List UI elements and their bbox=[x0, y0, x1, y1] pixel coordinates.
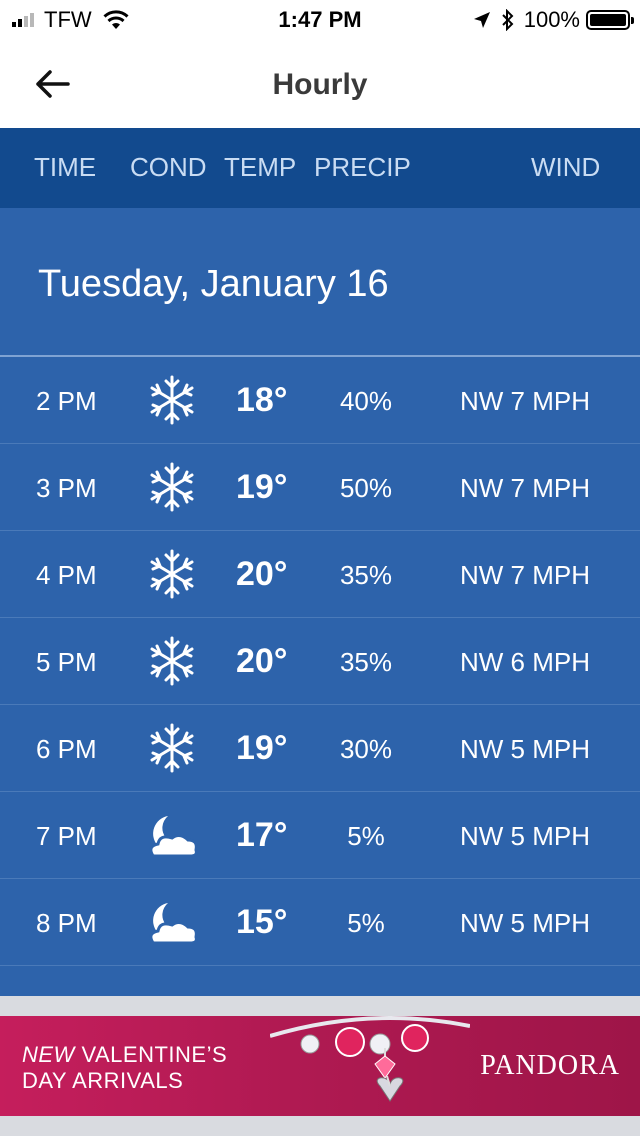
night-partly-cloudy-icon bbox=[144, 897, 200, 947]
hour-row: 3 PM 19° 50% NW 7 MPH bbox=[0, 444, 640, 531]
hour-rows: 2 PM 18° 40% NW 7 MPH 3 PM 19° 50% NW 7 … bbox=[0, 357, 640, 966]
battery-icon bbox=[586, 10, 634, 30]
hour-wind: NW 5 MPH bbox=[460, 734, 590, 764]
hour-time: 7 PM bbox=[36, 821, 97, 851]
hour-row: 6 PM 19° 30% NW 5 MPH bbox=[0, 705, 640, 792]
hour-precipitation: 35% bbox=[339, 560, 393, 590]
hour-row: 8 PM 15° 5% NW 5 MPH bbox=[0, 879, 640, 966]
hour-precipitation: 5% bbox=[347, 821, 385, 851]
hour-temperature: 18° bbox=[236, 381, 288, 419]
column-time-label: TIME bbox=[34, 152, 97, 182]
battery-level-fill bbox=[590, 14, 626, 26]
night-partly-cloudy-icon bbox=[144, 810, 200, 860]
hour-temperature: 20° bbox=[236, 642, 288, 680]
ad-gap bbox=[0, 1116, 640, 1136]
location-arrow-icon bbox=[473, 12, 490, 28]
hour-time: 8 PM bbox=[36, 908, 97, 938]
battery-percent: 100% bbox=[523, 7, 580, 32]
bluetooth-icon bbox=[502, 9, 514, 31]
column-cond-label: COND bbox=[130, 152, 207, 182]
snow-icon bbox=[144, 723, 200, 773]
hour-row: 5 PM 20° 35% NW 6 MPH bbox=[0, 618, 640, 705]
snow-icon bbox=[144, 462, 200, 512]
ad-brand: PANDORA bbox=[480, 1050, 620, 1081]
hour-precipitation: 5% bbox=[347, 908, 385, 938]
ad-gap bbox=[0, 996, 640, 1016]
ad-headline-line1: NEW VALENTINE’S bbox=[22, 1042, 227, 1068]
hour-precipitation: 40% bbox=[339, 386, 393, 416]
hour-wind: NW 7 MPH bbox=[460, 473, 590, 503]
hour-row: 2 PM 18° 40% NW 7 MPH bbox=[0, 357, 640, 444]
app-header: Hourly bbox=[0, 40, 640, 128]
hour-time: 6 PM bbox=[36, 734, 97, 764]
status-right: 100% bbox=[472, 7, 634, 33]
ad-headline-accent: NEW bbox=[22, 1042, 75, 1067]
hour-temperature: 17° bbox=[236, 816, 288, 854]
hour-time: 5 PM bbox=[36, 647, 97, 677]
snow-icon bbox=[144, 375, 200, 425]
hour-wind: NW 5 MPH bbox=[460, 908, 590, 938]
status-bar: TFW 1:47 PM 100% bbox=[0, 0, 640, 40]
column-wind-label: WIND bbox=[531, 152, 601, 182]
day-heading: Tuesday, January 16 bbox=[38, 263, 389, 305]
hour-time: 2 PM bbox=[36, 386, 97, 416]
hour-temperature: 20° bbox=[236, 555, 288, 593]
ad-headline-line2: DAY ARRIVALS bbox=[22, 1068, 184, 1093]
hour-wind: NW 7 MPH bbox=[460, 560, 590, 590]
snow-icon bbox=[144, 549, 200, 599]
hour-row: 7 PM 17° 5% NW 5 MPH bbox=[0, 792, 640, 879]
hour-temperature: 15° bbox=[236, 903, 288, 941]
snow-icon bbox=[144, 636, 200, 686]
hourly-list[interactable]: Tuesday, January 16 2 PM 18° 40% NW 7 MP… bbox=[0, 208, 640, 996]
hour-time: 4 PM bbox=[36, 560, 97, 590]
hour-time: 3 PM bbox=[36, 473, 97, 503]
ad-banner[interactable]: NEW VALENTINE’S DAY ARRIVALS PANDORA bbox=[0, 1016, 640, 1116]
hour-wind: NW 6 MPH bbox=[460, 647, 590, 677]
column-temp-label: TEMP bbox=[224, 152, 297, 182]
column-precip-label: PRECIP bbox=[314, 152, 411, 182]
bracelet-image bbox=[270, 1016, 470, 1102]
hour-wind: NW 5 MPH bbox=[460, 821, 590, 851]
page-title: Hourly bbox=[272, 68, 368, 101]
ad-headline-rest: VALENTINE’S bbox=[74, 1042, 228, 1067]
hour-temperature: 19° bbox=[236, 468, 288, 506]
column-header-bar: TIME COND TEMP PRECIP WIND bbox=[0, 128, 640, 208]
hour-precipitation: 35% bbox=[339, 647, 393, 677]
hour-precipitation: 30% bbox=[339, 734, 393, 764]
hour-temperature: 19° bbox=[236, 729, 288, 767]
hour-precipitation: 50% bbox=[339, 473, 393, 503]
hour-wind: NW 7 MPH bbox=[460, 386, 590, 416]
hour-row: 4 PM 20° 35% NW 7 MPH bbox=[0, 531, 640, 618]
